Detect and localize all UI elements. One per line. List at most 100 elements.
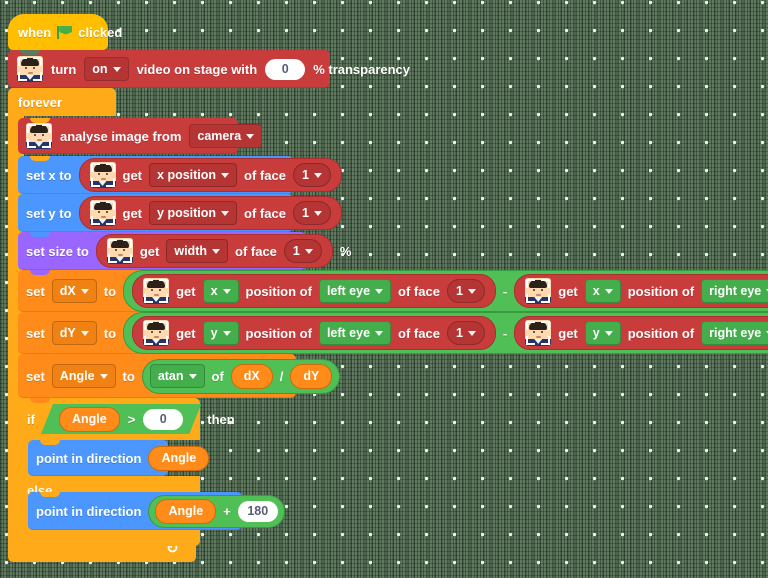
block-set-dx-to[interactable]: set dX to get x position of left eye of …: [18, 270, 768, 312]
face-sensing-icon: [143, 320, 170, 346]
variable-dropdown-dy[interactable]: dY: [51, 321, 97, 345]
property-value: y position: [157, 206, 217, 220]
block-set-angle-to[interactable]: set Angle to atan of dX / dY: [18, 354, 341, 398]
variable-reporter-dx[interactable]: dX: [230, 363, 273, 389]
block-notch-top: [30, 270, 50, 275]
chevron-down-icon: [221, 172, 230, 178]
set-label: set: [26, 325, 45, 341]
axis-value: x: [592, 284, 600, 298]
divide-operator-label: /: [279, 368, 284, 384]
axis-dropdown[interactable]: x: [584, 279, 621, 303]
block-set-y-to[interactable]: set y to get y position of face 1: [18, 194, 342, 232]
set-y-to-label: set y to: [26, 205, 72, 221]
reporter-get-width-of-face[interactable]: get width of face 1: [95, 234, 333, 268]
block-set-dy-to[interactable]: set dY to get y position of left eye of …: [18, 312, 768, 354]
face-sensing-icon: [525, 320, 552, 346]
chevron-down-icon: [221, 210, 230, 216]
block-set-size-to[interactable]: set size to get width of face 1 %: [18, 232, 351, 270]
face-index-dropdown[interactable]: 1: [446, 279, 485, 303]
block-if-header[interactable]: if Angle > 0 then: [18, 398, 235, 440]
operator-add[interactable]: Angle + 180: [148, 494, 285, 528]
of-face-label: of face: [398, 325, 440, 341]
minus-operator-label: -: [502, 283, 508, 299]
property-dropdown[interactable]: width: [166, 239, 228, 263]
of-face-label: of face: [244, 167, 286, 183]
boolean-greater-than[interactable]: Angle > 0: [41, 404, 201, 434]
greater-than-operator-label: >: [127, 411, 136, 427]
addend-input[interactable]: 180: [237, 500, 278, 522]
variable-name: dY: [59, 326, 76, 340]
block-point-in-direction-angle-plus-180[interactable]: point in direction Angle + 180: [28, 492, 285, 530]
of-face-label: of face: [244, 205, 286, 221]
operator-subtract-dx[interactable]: get x position of left eye of face 1 - g…: [123, 270, 768, 312]
image-source-value: camera: [197, 129, 242, 143]
face-sensing-icon: [143, 278, 170, 304]
variable-reporter-dy[interactable]: dY: [290, 363, 333, 389]
property-dropdown[interactable]: y position: [149, 201, 238, 225]
when-label: when: [18, 24, 52, 40]
to-label: to: [122, 368, 135, 384]
block-turn-video-on[interactable]: turn on video on stage with 0 % transpar…: [8, 50, 410, 88]
property-dropdown[interactable]: x position: [149, 163, 238, 187]
percent-label: %: [339, 243, 352, 259]
variable-dropdown-dx[interactable]: dX: [51, 279, 97, 303]
axis-dropdown[interactable]: y: [584, 321, 621, 345]
reporter-get-y-position-of-face[interactable]: get y position of face 1: [78, 196, 342, 230]
block-forever-top[interactable]: forever: [8, 88, 116, 116]
forever-label: forever: [18, 94, 63, 110]
property-value: width: [174, 244, 207, 258]
block-set-x-to[interactable]: set x to get x position of face 1: [18, 156, 342, 194]
comparison-value-input[interactable]: 0: [143, 409, 183, 430]
face-index-value: 1: [455, 284, 463, 298]
face-part-dropdown[interactable]: right eye: [701, 279, 768, 303]
variable-reporter-angle[interactable]: Angle: [148, 445, 210, 471]
get-label: get: [122, 167, 143, 183]
to-label: to: [103, 283, 117, 299]
transparency-input[interactable]: 0: [265, 58, 306, 80]
reporter-get-y-of-right-eye[interactable]: get y position of right eye of face 1: [514, 316, 768, 350]
face-part-dropdown[interactable]: left eye: [318, 279, 392, 303]
face-part-dropdown[interactable]: left eye: [318, 321, 392, 345]
face-part-value: right eye: [709, 326, 762, 340]
script-canvas[interactable]: when clicked turn on video on stage with…: [0, 0, 768, 578]
variable-reporter-angle[interactable]: Angle: [59, 407, 120, 432]
axis-value: y: [592, 326, 600, 340]
face-index-dropdown[interactable]: 1: [292, 163, 331, 187]
face-index-dropdown[interactable]: 1: [283, 239, 322, 263]
if-label: if: [27, 411, 35, 427]
face-index-dropdown[interactable]: 1: [446, 321, 485, 345]
of-face-label: of face: [398, 283, 440, 299]
face-part-dropdown[interactable]: right eye: [701, 321, 768, 345]
math-function-value: atan: [157, 369, 184, 383]
operator-subtract-dy[interactable]: get y position of left eye of face 1 - g…: [123, 312, 768, 354]
axis-dropdown[interactable]: x: [202, 279, 239, 303]
reporter-get-x-of-left-eye[interactable]: get x position of left eye of face 1: [132, 274, 496, 308]
turn-label: turn: [51, 61, 77, 77]
block-analyse-image[interactable]: analyse image from camera: [18, 118, 263, 154]
chevron-down-icon: [112, 66, 121, 72]
analyse-image-label: analyse image from: [60, 128, 182, 144]
reporter-get-x-position-of-face[interactable]: get x position of face 1: [78, 158, 342, 192]
face-index-dropdown[interactable]: 1: [292, 201, 331, 225]
reporter-get-x-of-right-eye[interactable]: get x position of right eye of face 1: [514, 274, 768, 308]
block-point-in-direction-angle[interactable]: point in direction Angle: [28, 440, 210, 476]
video-state-dropdown[interactable]: on: [84, 57, 129, 81]
face-index-value: 1: [292, 244, 300, 258]
reporter-get-y-of-left-eye[interactable]: get y position of left eye of face 1: [132, 316, 496, 350]
math-function-dropdown[interactable]: atan: [149, 364, 205, 388]
image-source-dropdown[interactable]: camera: [189, 124, 263, 148]
block-notch-top: [30, 312, 50, 317]
face-index-value: 1: [455, 326, 463, 340]
variable-dropdown-angle[interactable]: Angle: [51, 364, 116, 388]
chevron-down-icon: [212, 248, 220, 254]
block-if-else-footer[interactable]: [18, 530, 200, 546]
set-label: set: [26, 283, 45, 299]
face-index-value: 1: [301, 206, 309, 220]
axis-dropdown[interactable]: y: [202, 321, 239, 345]
variable-reporter-angle[interactable]: Angle: [155, 498, 217, 524]
block-notch-top: [30, 194, 50, 199]
operator-atan[interactable]: atan of dX / dY: [141, 358, 341, 394]
get-label: get: [139, 243, 160, 259]
block-when-green-flag-clicked[interactable]: when clicked: [8, 14, 122, 54]
face-sensing-icon: [89, 200, 116, 226]
